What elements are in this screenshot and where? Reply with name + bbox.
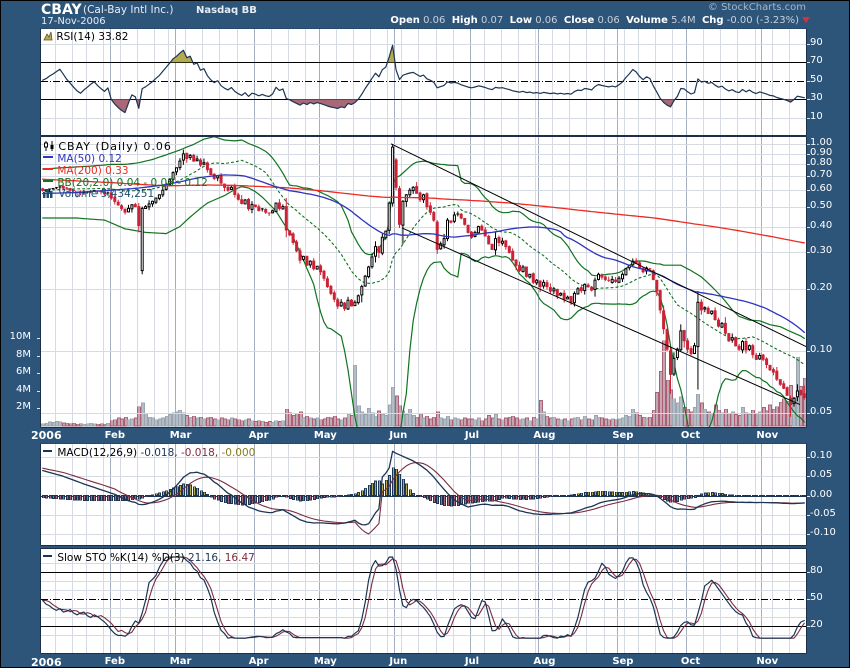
stockcharts-chart: CBAY (Cal-Bay Intl Inc.) Nasdaq BB 17-Nov-2…	[0, 0, 850, 668]
chart-frame	[0, 0, 850, 668]
